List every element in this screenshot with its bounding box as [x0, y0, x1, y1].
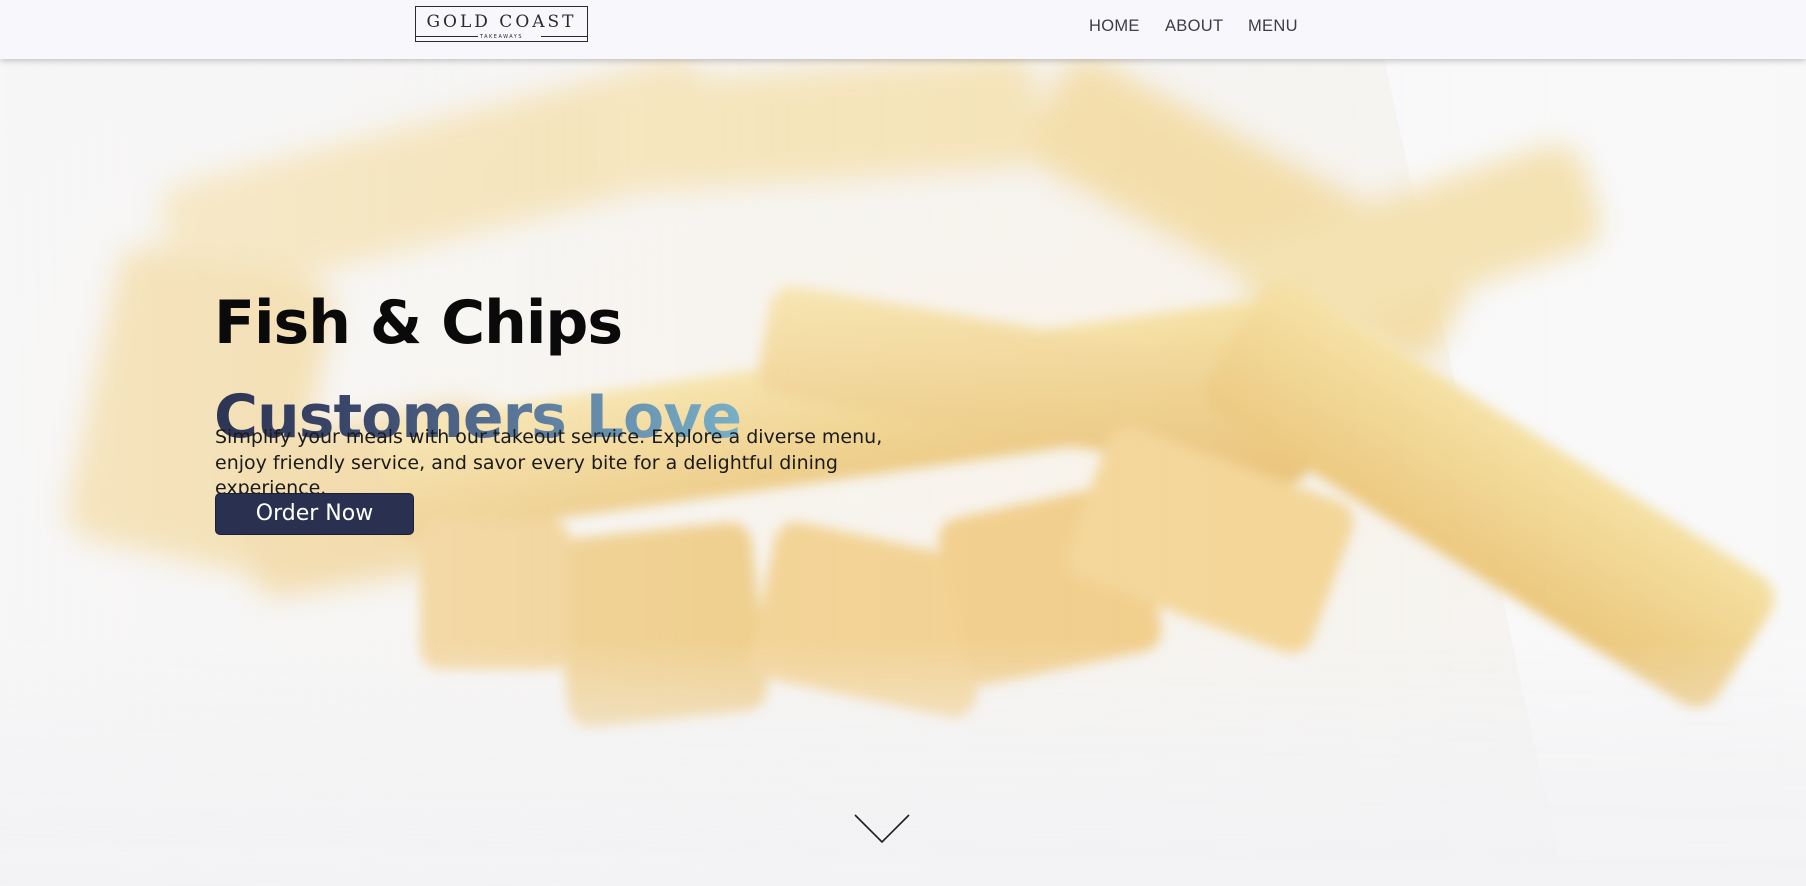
hero-title-line-1: Fish & Chips: [214, 288, 623, 359]
logo[interactable]: GOLD COAST TAKEAWAYS: [415, 6, 588, 42]
chevron-down-icon[interactable]: [853, 811, 911, 845]
nav-menu-link[interactable]: MENU: [1248, 17, 1298, 36]
nav-home-link[interactable]: HOME: [1089, 17, 1140, 36]
logo-subtitle: TAKEAWAYS: [479, 34, 524, 40]
logo-rule-right: [541, 36, 587, 37]
order-now-button[interactable]: Order Now: [215, 493, 414, 535]
hero-bottom-fade: [0, 640, 1806, 886]
nav-about-link[interactable]: ABOUT: [1165, 17, 1223, 36]
hero-description: Simplify your meals with our takeout ser…: [215, 426, 883, 499]
logo-title: GOLD COAST: [426, 12, 577, 32]
site-header: GOLD COAST TAKEAWAYS HOME ABOUT MENU: [0, 0, 1806, 59]
